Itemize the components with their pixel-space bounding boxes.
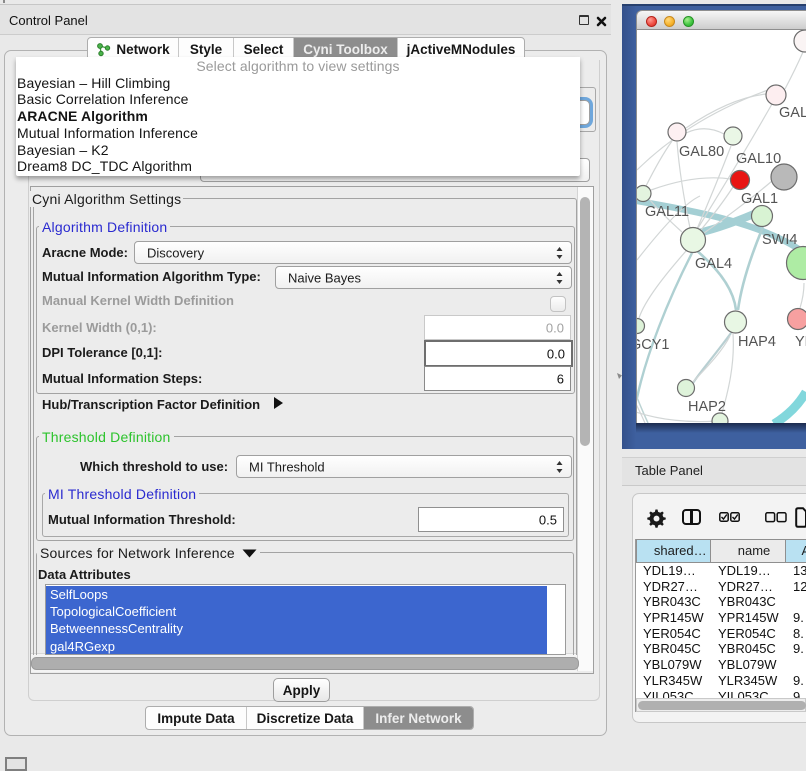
svg-text:HAP4: HAP4 — [738, 334, 776, 350]
svg-text:GAL10: GAL10 — [736, 151, 781, 167]
svg-text:GAL11: GAL11 — [645, 204, 689, 220]
svg-text:GAL2: GAL2 — [779, 105, 806, 121]
svg-text:GAL80: GAL80 — [679, 144, 724, 160]
svg-text:SWI4: SWI4 — [762, 232, 797, 248]
svg-text:HAP2: HAP2 — [688, 399, 726, 415]
svg-text:GAL4: GAL4 — [695, 256, 732, 272]
svg-text:GAL1: GAL1 — [741, 191, 778, 207]
svg-text:GCY1: GCY1 — [637, 337, 670, 353]
svg-text:YP: YP — [795, 334, 806, 350]
